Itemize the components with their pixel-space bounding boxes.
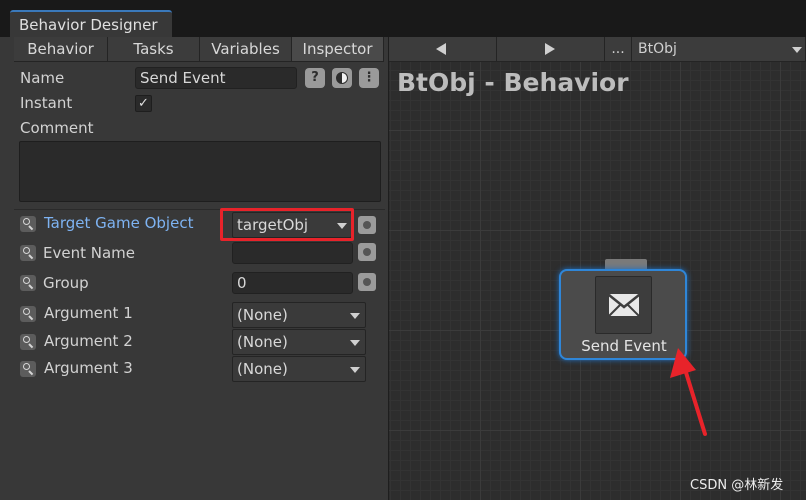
watermark: CSDN @林新发: [690, 478, 784, 493]
tab-behavior[interactable]: Behavior: [14, 37, 108, 62]
nav-back-button[interactable]: [389, 37, 497, 62]
argument-2-dropdown[interactable]: (None): [232, 329, 366, 355]
graph-title: BtObj - Behavior: [397, 68, 629, 97]
contrast-icon: [336, 72, 348, 84]
argument-2-label: Argument 2: [44, 332, 133, 350]
name-input[interactable]: Send Event: [135, 67, 297, 89]
behavior-select-dropdown[interactable]: BtObj: [632, 37, 806, 62]
search-icon[interactable]: [20, 275, 36, 291]
search-icon[interactable]: [20, 361, 36, 377]
search-icon[interactable]: [20, 334, 36, 350]
tab-variables[interactable]: Variables: [200, 37, 292, 62]
chevron-down-icon: [350, 367, 360, 373]
chevron-down-icon: [350, 313, 360, 319]
nav-forward-button[interactable]: [497, 37, 605, 62]
group-label: Group: [43, 274, 89, 292]
group-input[interactable]: 0: [232, 272, 353, 294]
arrow-left-icon: [436, 43, 446, 55]
shared-variable-toggle[interactable]: [358, 216, 376, 234]
envelope-icon: [608, 294, 640, 317]
argument-1-label: Argument 1: [44, 304, 133, 322]
chevron-down-icon: [792, 47, 802, 53]
tab-tasks[interactable]: Tasks: [108, 37, 200, 62]
instant-label: Instant: [20, 94, 73, 112]
window-tab-behavior-designer[interactable]: Behavior Designer: [10, 10, 172, 37]
shared-variable-toggle[interactable]: [358, 273, 376, 291]
event-name-input[interactable]: [232, 242, 353, 264]
search-icon[interactable]: [20, 216, 36, 232]
comment-textarea[interactable]: [19, 141, 381, 202]
menu-button[interactable]: ⋮: [359, 68, 379, 88]
search-icon[interactable]: [20, 306, 36, 322]
argument-3-value: (None): [237, 360, 288, 378]
behavior-select-value: BtObj: [638, 41, 677, 57]
event-name-label: Event Name: [43, 244, 135, 262]
argument-3-label: Argument 3: [44, 359, 133, 377]
contrast-button[interactable]: [332, 68, 352, 88]
target-game-object-label: Target Game Object: [44, 214, 194, 232]
chevron-down-icon: [350, 340, 360, 346]
more-options-button[interactable]: ...: [605, 37, 632, 62]
arrow-right-icon: [545, 43, 555, 55]
shared-variable-toggle[interactable]: [358, 243, 376, 261]
tab-inspector[interactable]: Inspector: [292, 37, 384, 62]
argument-2-value: (None): [237, 333, 288, 351]
instant-checkbox[interactable]: ✓: [135, 95, 152, 112]
name-label: Name: [20, 69, 65, 87]
highlight-box: [220, 208, 354, 241]
annotation-arrow: [670, 348, 707, 436]
argument-1-dropdown[interactable]: (None): [232, 302, 366, 328]
comment-label: Comment: [20, 119, 94, 137]
search-icon[interactable]: [20, 245, 36, 261]
argument-1-value: (None): [237, 306, 288, 324]
help-button[interactable]: ?: [305, 68, 325, 88]
node-icon-frame: [595, 276, 652, 334]
argument-3-dropdown[interactable]: (None): [232, 356, 366, 382]
